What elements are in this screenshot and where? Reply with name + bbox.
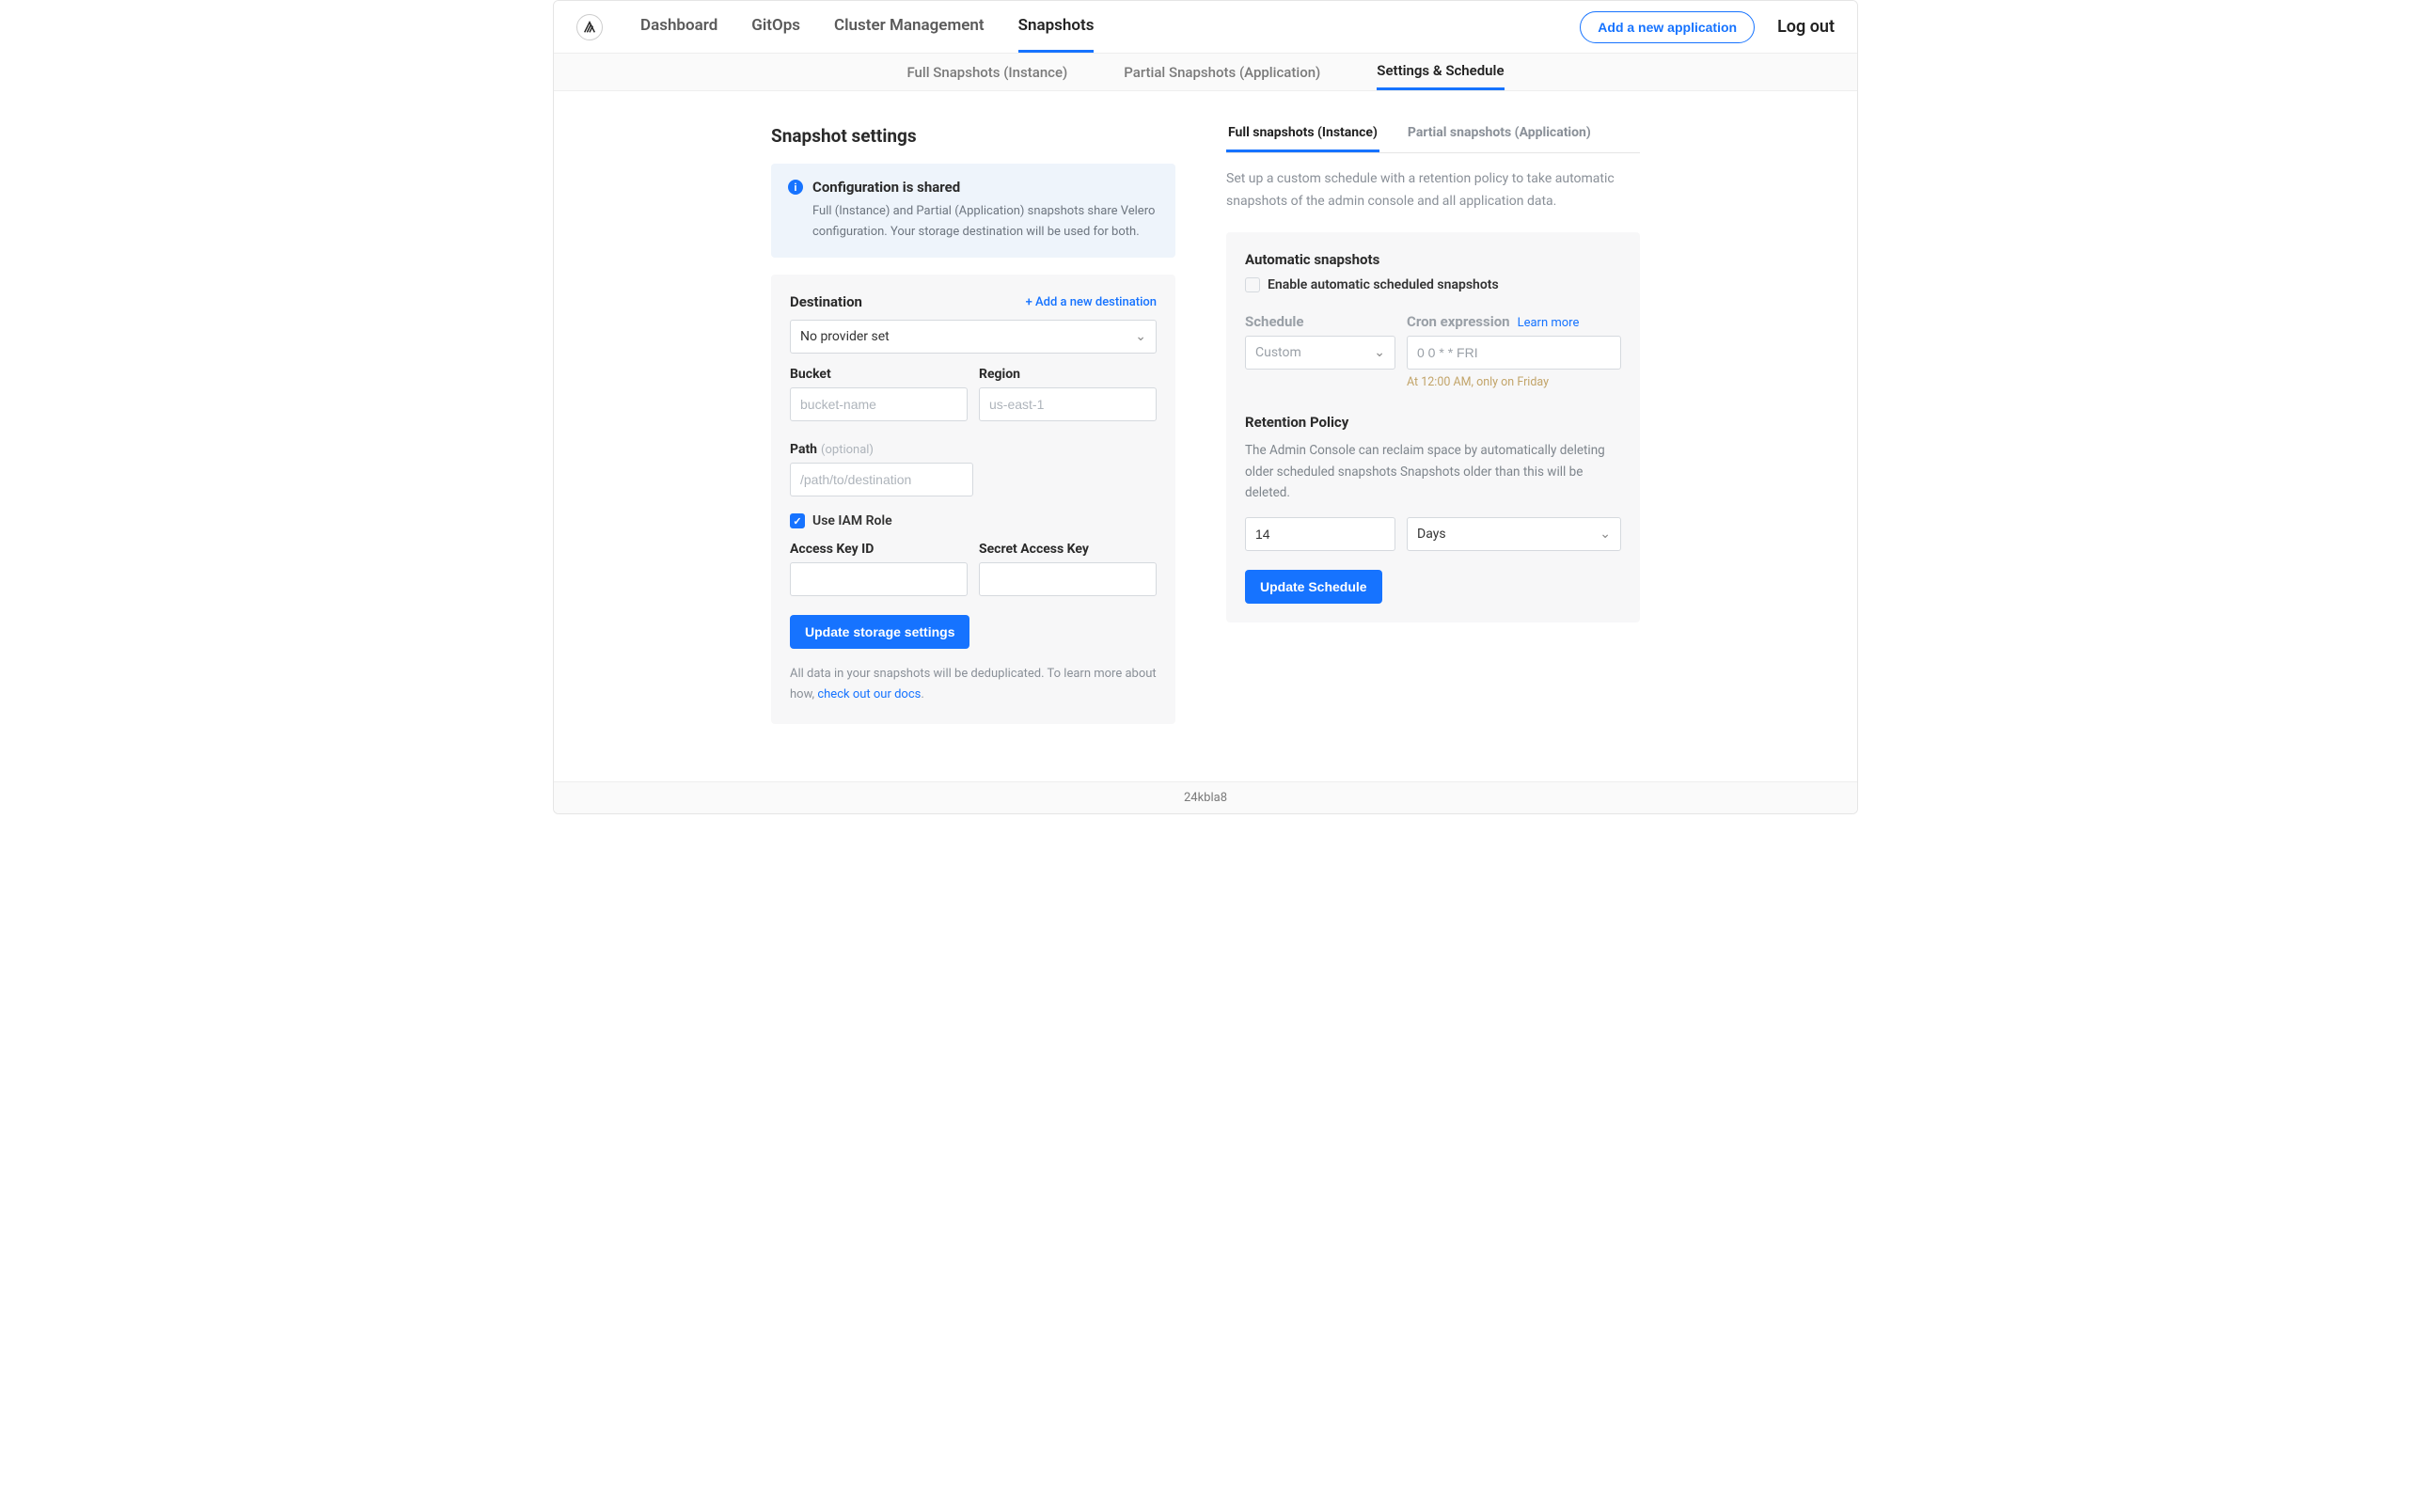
add-destination-link[interactable]: + Add a new destination <box>1026 295 1157 309</box>
tab-partial-snapshots[interactable]: Partial snapshots (Application) <box>1406 125 1593 152</box>
cron-hint: At 12:00 AM, only on Friday <box>1407 375 1621 389</box>
add-application-button[interactable]: Add a new application <box>1580 11 1755 43</box>
chevron-down-icon: ⌄ <box>1599 527 1611 542</box>
access-key-label: Access Key ID <box>790 542 968 557</box>
info-banner: i Configuration is shared Full (Instance… <box>771 164 1175 258</box>
secret-key-label: Secret Access Key <box>979 542 1157 557</box>
retention-value-input[interactable] <box>1245 517 1395 551</box>
logo-icon <box>582 20 597 35</box>
iam-role-checkbox[interactable] <box>790 513 805 528</box>
bucket-input[interactable] <box>790 387 968 421</box>
nav-gitops[interactable]: GitOps <box>751 1 800 53</box>
nav-snapshots[interactable]: Snapshots <box>1018 1 1095 53</box>
subnav-settings-schedule[interactable]: Settings & Schedule <box>1377 54 1504 90</box>
tab-full-snapshots[interactable]: Full snapshots (Instance) <box>1226 125 1379 152</box>
retention-unit-select[interactable]: Days ⌄ <box>1407 517 1621 551</box>
secret-key-input[interactable] <box>979 562 1157 596</box>
path-label: Path(optional) <box>790 442 1157 457</box>
info-title: Configuration is shared <box>812 179 960 196</box>
update-storage-button[interactable]: Update storage settings <box>790 615 969 649</box>
schedule-label: Schedule <box>1245 313 1395 330</box>
nav-cluster-management[interactable]: Cluster Management <box>834 1 985 53</box>
subnav-partial-snapshots[interactable]: Partial Snapshots (Application) <box>1124 55 1320 89</box>
provider-value: No provider set <box>800 329 890 344</box>
schedule-panel: Automatic snapshots Enable automatic sch… <box>1226 232 1640 623</box>
cron-learn-more-link[interactable]: Learn more <box>1518 316 1580 330</box>
update-schedule-button[interactable]: Update Schedule <box>1245 570 1382 604</box>
bucket-label: Bucket <box>790 367 968 382</box>
cron-input[interactable] <box>1407 336 1621 370</box>
auto-snapshots-checkbox[interactable] <box>1245 277 1260 292</box>
destination-label: Destination <box>790 293 862 310</box>
schedule-tabs: Full snapshots (Instance) Partial snapsh… <box>1226 125 1640 153</box>
auto-snapshots-title: Automatic snapshots <box>1245 251 1621 268</box>
retention-unit-value: Days <box>1417 527 1446 542</box>
cron-label: Cron expression Learn more <box>1407 313 1621 330</box>
topbar: Dashboard GitOps Cluster Management Snap… <box>554 1 1857 54</box>
chevron-down-icon: ⌄ <box>1374 345 1385 360</box>
info-body: Full (Instance) and Partial (Application… <box>788 201 1158 243</box>
primary-nav: Dashboard GitOps Cluster Management Snap… <box>640 1 1094 53</box>
schedule-value: Custom <box>1255 345 1301 360</box>
nav-dashboard[interactable]: Dashboard <box>640 1 717 53</box>
settings-column: Snapshot settings i Configuration is sha… <box>771 125 1175 748</box>
info-icon: i <box>788 180 803 195</box>
page-title: Snapshot settings <box>771 125 1175 147</box>
schedule-column: Full snapshots (Instance) Partial snapsh… <box>1226 125 1640 748</box>
schedule-description: Set up a custom schedule with a retentio… <box>1226 168 1640 213</box>
region-input[interactable] <box>979 387 1157 421</box>
docs-link[interactable]: check out our docs <box>817 687 921 701</box>
path-input[interactable] <box>790 463 973 496</box>
schedule-select[interactable]: Custom ⌄ <box>1245 336 1395 370</box>
storage-footnote: All data in your snapshots will be dedup… <box>790 664 1157 705</box>
footer: 24kbla8 <box>554 781 1857 813</box>
sub-nav: Full Snapshots (Instance) Partial Snapsh… <box>554 54 1857 91</box>
logout-link[interactable]: Log out <box>1777 17 1835 37</box>
iam-role-label: Use IAM Role <box>812 513 892 528</box>
retention-title: Retention Policy <box>1245 414 1621 431</box>
chevron-down-icon: ⌄ <box>1135 329 1146 344</box>
subnav-full-snapshots[interactable]: Full Snapshots (Instance) <box>906 55 1067 89</box>
app-logo <box>576 14 603 40</box>
access-key-input[interactable] <box>790 562 968 596</box>
retention-description: The Admin Console can reclaim space by a… <box>1245 440 1621 505</box>
region-label: Region <box>979 367 1157 382</box>
destination-panel: Destination + Add a new destination No p… <box>771 275 1175 724</box>
provider-select[interactable]: No provider set ⌄ <box>790 320 1157 354</box>
auto-snapshots-label: Enable automatic scheduled snapshots <box>1268 277 1499 292</box>
